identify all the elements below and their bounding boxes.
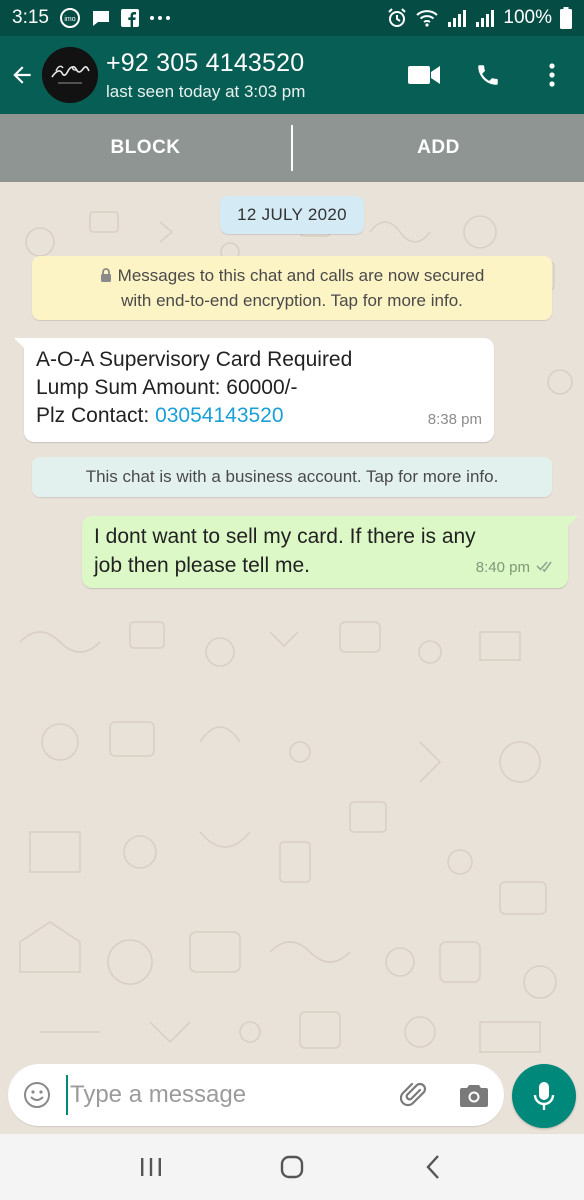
back-arrow-icon[interactable] bbox=[2, 36, 42, 114]
wifi-icon bbox=[415, 8, 439, 28]
status-time: 3:15 bbox=[12, 7, 49, 28]
block-button[interactable]: BLOCK bbox=[0, 114, 291, 182]
message-line: Lump Sum Amount: 60000/- bbox=[36, 376, 298, 399]
chat-bubble-icon bbox=[91, 8, 111, 28]
phone-icon[interactable] bbox=[456, 36, 520, 114]
bubble-tail bbox=[14, 338, 26, 350]
date-chip: 12 JULY 2020 bbox=[220, 196, 364, 234]
business-account-notice[interactable]: This chat is with a business account. Ta… bbox=[32, 457, 552, 497]
status-bar: 3:15 imo 100% bbox=[0, 0, 584, 36]
avatar[interactable] bbox=[42, 47, 98, 103]
contact-name: +92 305 4143520 bbox=[106, 48, 305, 77]
battery-icon bbox=[560, 7, 572, 29]
emoji-icon[interactable] bbox=[8, 1064, 66, 1126]
alarm-icon bbox=[387, 8, 407, 28]
mic-icon[interactable] bbox=[512, 1064, 576, 1128]
battery-level: 100% bbox=[503, 7, 552, 28]
back-icon[interactable] bbox=[403, 1137, 463, 1197]
message-input[interactable] bbox=[66, 1075, 384, 1115]
outgoing-message[interactable]: I dont want to sell my card. If there is… bbox=[82, 516, 578, 588]
video-call-icon[interactable] bbox=[392, 36, 456, 114]
message-line: A-O-A Supervisory Card Required bbox=[36, 348, 353, 371]
last-seen-status: last seen today at 3:03 pm bbox=[106, 81, 306, 101]
menu-icon[interactable] bbox=[520, 36, 584, 114]
lock-icon bbox=[100, 265, 112, 289]
block-add-bar: BLOCK ADD bbox=[0, 114, 584, 182]
home-icon[interactable] bbox=[262, 1137, 322, 1197]
incoming-message[interactable]: A-O-A Supervisory Card Required Lump Sum… bbox=[14, 338, 494, 442]
system-nav-bar bbox=[0, 1134, 584, 1200]
message-time: 8:38 pm bbox=[427, 411, 482, 428]
chat-header: +92 305 4143520 last seen today at 3:03 … bbox=[0, 36, 584, 114]
composer bbox=[0, 1062, 584, 1134]
attach-icon[interactable] bbox=[384, 1064, 444, 1126]
svg-text:imo: imo bbox=[64, 16, 75, 23]
imo-icon: imo bbox=[59, 7, 81, 29]
contact-info[interactable]: +92 305 4143520 last seen today at 3:03 … bbox=[106, 49, 305, 102]
encryption-notice-line1: Messages to this chat and calls are now … bbox=[117, 266, 485, 285]
message-line: Plz Contact: bbox=[36, 404, 156, 427]
bubble-tail bbox=[566, 516, 578, 528]
signal-icon-2 bbox=[475, 8, 495, 28]
more-dots-icon bbox=[149, 14, 171, 22]
facebook-icon bbox=[120, 9, 139, 27]
message-line: I dont want to sell my card. If there is… bbox=[94, 525, 476, 548]
add-contact-button[interactable]: ADD bbox=[293, 114, 584, 182]
recent-apps-icon[interactable] bbox=[121, 1137, 181, 1197]
double-check-icon bbox=[536, 553, 556, 582]
phone-number-link[interactable]: 03054143520 bbox=[155, 404, 283, 427]
encryption-notice-line2: with end-to-end encryption. Tap for more… bbox=[121, 291, 463, 310]
message-input-container bbox=[8, 1064, 504, 1126]
encryption-notice[interactable]: Messages to this chat and calls are now … bbox=[32, 256, 552, 320]
message-time: 8:40 pm bbox=[475, 559, 530, 576]
signal-icon bbox=[447, 8, 467, 28]
chat-area[interactable]: 12 JULY 2020 Messages to this chat and c… bbox=[0, 182, 584, 1062]
camera-icon[interactable] bbox=[444, 1064, 504, 1126]
